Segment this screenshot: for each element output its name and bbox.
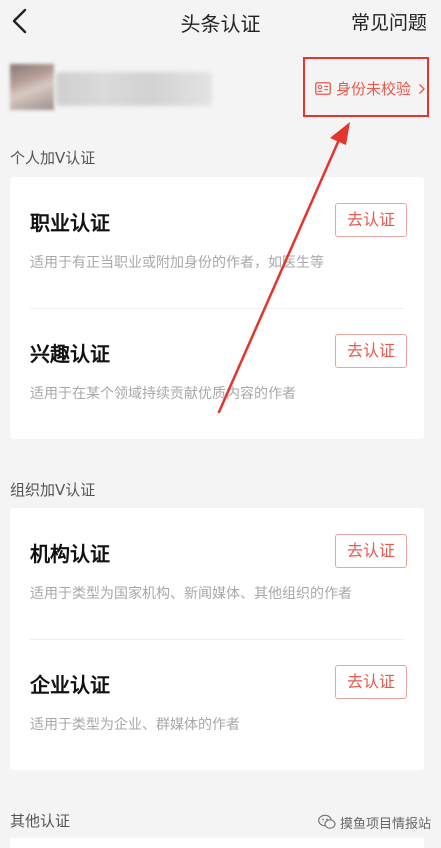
avatar (10, 64, 54, 110)
watermark-text: 摸鱼项目情报站 (340, 816, 432, 832)
item-title: 机构认证 (30, 542, 110, 566)
enterprise-verify-button[interactable]: 去认证 (335, 665, 407, 699)
watermark: 摸鱼项目情报站 (318, 812, 431, 832)
faq-link[interactable]: 常见问题 (351, 8, 427, 35)
id-card-icon (315, 82, 331, 95)
list-item-interest: 兴趣认证 去认证 适用于在某个领域持续贡献优质内容的作者 (10, 308, 424, 439)
section-label-personal: 个人加V认证 (10, 149, 96, 167)
item-description: 适用于有正当职业或附加身份的作者，如医生等 (30, 255, 324, 271)
organization-verification-card: 机构认证 去认证 适用于类型为国家机构、新闻媒体、其他组织的作者 企业认证 去认… (10, 508, 424, 770)
interest-verify-button[interactable]: 去认证 (335, 334, 407, 368)
list-item-institution: 机构认证 去认证 适用于类型为国家机构、新闻媒体、其他组织的作者 (10, 508, 424, 639)
item-description: 适用于在某个领域持续贡献优质内容的作者 (30, 386, 296, 402)
item-description: 适用于类型为企业、群媒体的作者 (30, 717, 240, 733)
professional-verify-button[interactable]: 去认证 (335, 203, 407, 237)
item-title: 兴趣认证 (30, 342, 110, 366)
identity-unverified-label: 身份未校验 (336, 80, 412, 98)
section-label-other: 其他认证 (10, 812, 71, 830)
institution-verify-button[interactable]: 去认证 (335, 534, 407, 568)
personal-verification-card: 职业认证 去认证 适用于有正当职业或附加身份的作者，如医生等 兴趣认证 去认证 … (10, 177, 424, 439)
item-title: 企业认证 (30, 673, 110, 697)
section-label-organization: 组织加V认证 (10, 481, 96, 499)
item-title: 职业认证 (30, 211, 110, 235)
list-item-professional: 职业认证 去认证 适用于有正当职业或附加身份的作者，如医生等 (10, 177, 424, 308)
username-blurred (56, 72, 212, 106)
list-item-enterprise: 企业认证 去认证 适用于类型为企业、群媒体的作者 (10, 639, 424, 770)
top-bar: 头条认证 常见问题 (0, 0, 441, 44)
item-description: 适用于类型为国家机构、新闻媒体、其他组织的作者 (30, 586, 352, 602)
other-verification-card (10, 838, 424, 848)
wechat-icon (318, 814, 336, 829)
identity-unverified-button[interactable]: 身份未校验 (303, 57, 429, 117)
chevron-right-icon (419, 84, 425, 94)
